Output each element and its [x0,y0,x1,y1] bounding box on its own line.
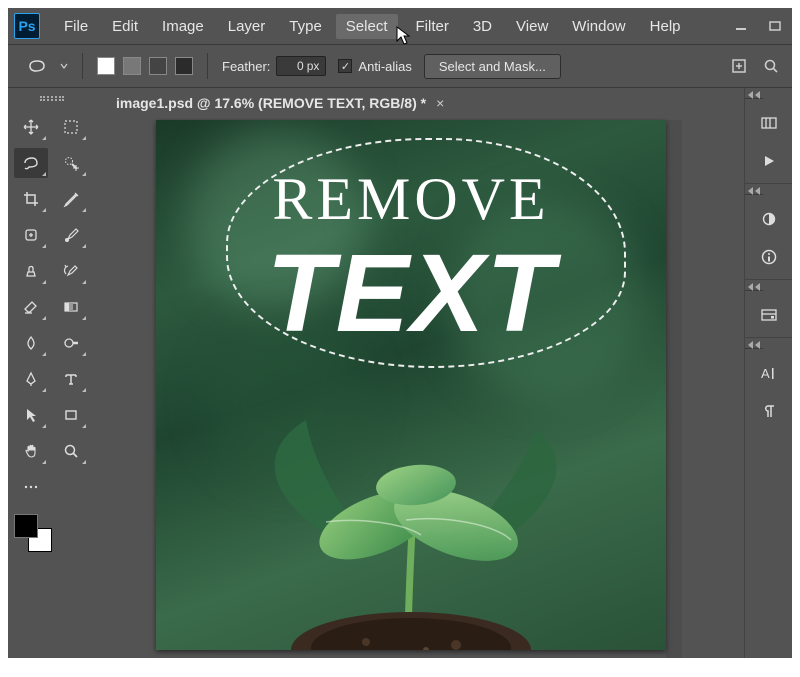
feather-control: Feather: 0 px [222,56,326,76]
anti-alias-checkbox[interactable]: ✓ [338,59,352,73]
menu-select[interactable]: Select [336,14,398,39]
menu-layer[interactable]: Layer [218,14,276,39]
menu-window[interactable]: Window [562,14,635,39]
properties-panel-icon[interactable] [757,245,781,269]
document-area: image1.psd @ 17.6% (REMOVE TEXT, RGB/8) … [96,88,744,658]
active-tool-icon[interactable] [26,55,48,77]
artwork-text-line1: REMOVE [156,165,666,234]
close-tab-icon[interactable]: × [436,95,444,111]
panel-collapse-icon[interactable] [745,91,763,99]
path-select-tool[interactable] [14,400,48,430]
menu-view[interactable]: View [506,14,558,39]
workspace-body: image1.psd @ 17.6% (REMOVE TEXT, RGB/8) … [8,88,792,658]
artwork-text-line2: TEXT [156,230,666,357]
menu-help[interactable]: Help [640,14,691,39]
eraser-tool[interactable] [14,292,48,322]
options-bar: Feather: 0 px ✓ Anti-alias Select and Ma… [8,44,792,88]
lasso-tool[interactable] [14,148,48,178]
brush-tool[interactable] [54,220,88,250]
move-tool[interactable] [14,112,48,142]
chevron-down-icon[interactable] [60,63,68,69]
menu-bar: Ps File Edit Image Layer Type Select Fil… [8,8,792,44]
actions-panel-icon[interactable] [757,149,781,173]
photoshop-window: Ps File Edit Image Layer Type Select Fil… [8,8,792,658]
spot-heal-tool[interactable] [14,220,48,250]
selection-mode-group [97,57,193,75]
menu-edit[interactable]: Edit [102,14,148,39]
dodge-tool[interactable] [54,328,88,358]
hand-tool[interactable] [14,436,48,466]
right-panel-rail: A [744,88,792,658]
color-swatches[interactable] [14,514,52,552]
search-icon[interactable] [762,57,780,75]
character-panel-icon[interactable]: A [757,361,781,385]
anti-alias-label: Anti-alias [358,59,411,74]
window-minimize[interactable] [730,18,752,34]
blur-tool[interactable] [14,328,48,358]
feather-value: 0 [297,59,304,73]
menu-filter[interactable]: Filter [406,14,459,39]
window-restore[interactable] [764,18,786,34]
vertical-scrollbar[interactable] [666,120,682,658]
crop-tool[interactable] [14,184,48,214]
intersect-selection-btn[interactable] [175,57,193,75]
adjustments-panel-icon[interactable] [757,207,781,231]
paragraph-panel-icon[interactable] [757,399,781,423]
foreground-color-swatch[interactable] [14,514,38,538]
new-selection-btn[interactable] [97,57,115,75]
menu-image[interactable]: Image [152,14,214,39]
libraries-panel-icon[interactable] [757,303,781,327]
history-panel-icon[interactable] [757,111,781,135]
edit-toolbar-btn[interactable] [14,472,48,502]
document-tab-bar: image1.psd @ 17.6% (REMOVE TEXT, RGB/8) … [96,88,744,118]
history-brush-tool[interactable] [54,256,88,286]
select-and-mask-button[interactable]: Select and Mask... [424,54,561,79]
panel-collapse-icon[interactable] [745,187,763,195]
panel-collapse-icon[interactable] [745,341,763,349]
gradient-tool[interactable] [54,292,88,322]
panel-grip[interactable] [14,96,90,106]
zoom-tool[interactable] [54,436,88,466]
rectangle-tool[interactable] [54,400,88,430]
anti-alias-control[interactable]: ✓ Anti-alias [338,59,411,74]
feather-label: Feather: [222,59,270,74]
menu-file[interactable]: File [54,14,98,39]
share-icon[interactable] [730,57,748,75]
document-tab[interactable]: image1.psd @ 17.6% (REMOVE TEXT, RGB/8) … [116,95,426,111]
app-logo[interactable]: Ps [14,13,40,39]
menu-3d[interactable]: 3D [463,14,502,39]
quick-select-tool[interactable] [54,148,88,178]
svg-text:A: A [761,366,770,381]
menu-type[interactable]: Type [279,14,332,39]
pen-tool[interactable] [14,364,48,394]
feather-unit: px [307,59,320,73]
eyedropper-tool[interactable] [54,184,88,214]
feather-input[interactable]: 0 px [276,56,326,76]
subtract-selection-btn[interactable] [149,57,167,75]
artwork-illustration [156,350,666,650]
tools-panel [8,88,96,658]
marquee-tool[interactable] [54,112,88,142]
type-tool[interactable] [54,364,88,394]
add-selection-btn[interactable] [123,57,141,75]
panel-collapse-icon[interactable] [745,283,763,291]
canvas[interactable]: REMOVE TEXT [156,120,666,650]
clone-stamp-tool[interactable] [14,256,48,286]
